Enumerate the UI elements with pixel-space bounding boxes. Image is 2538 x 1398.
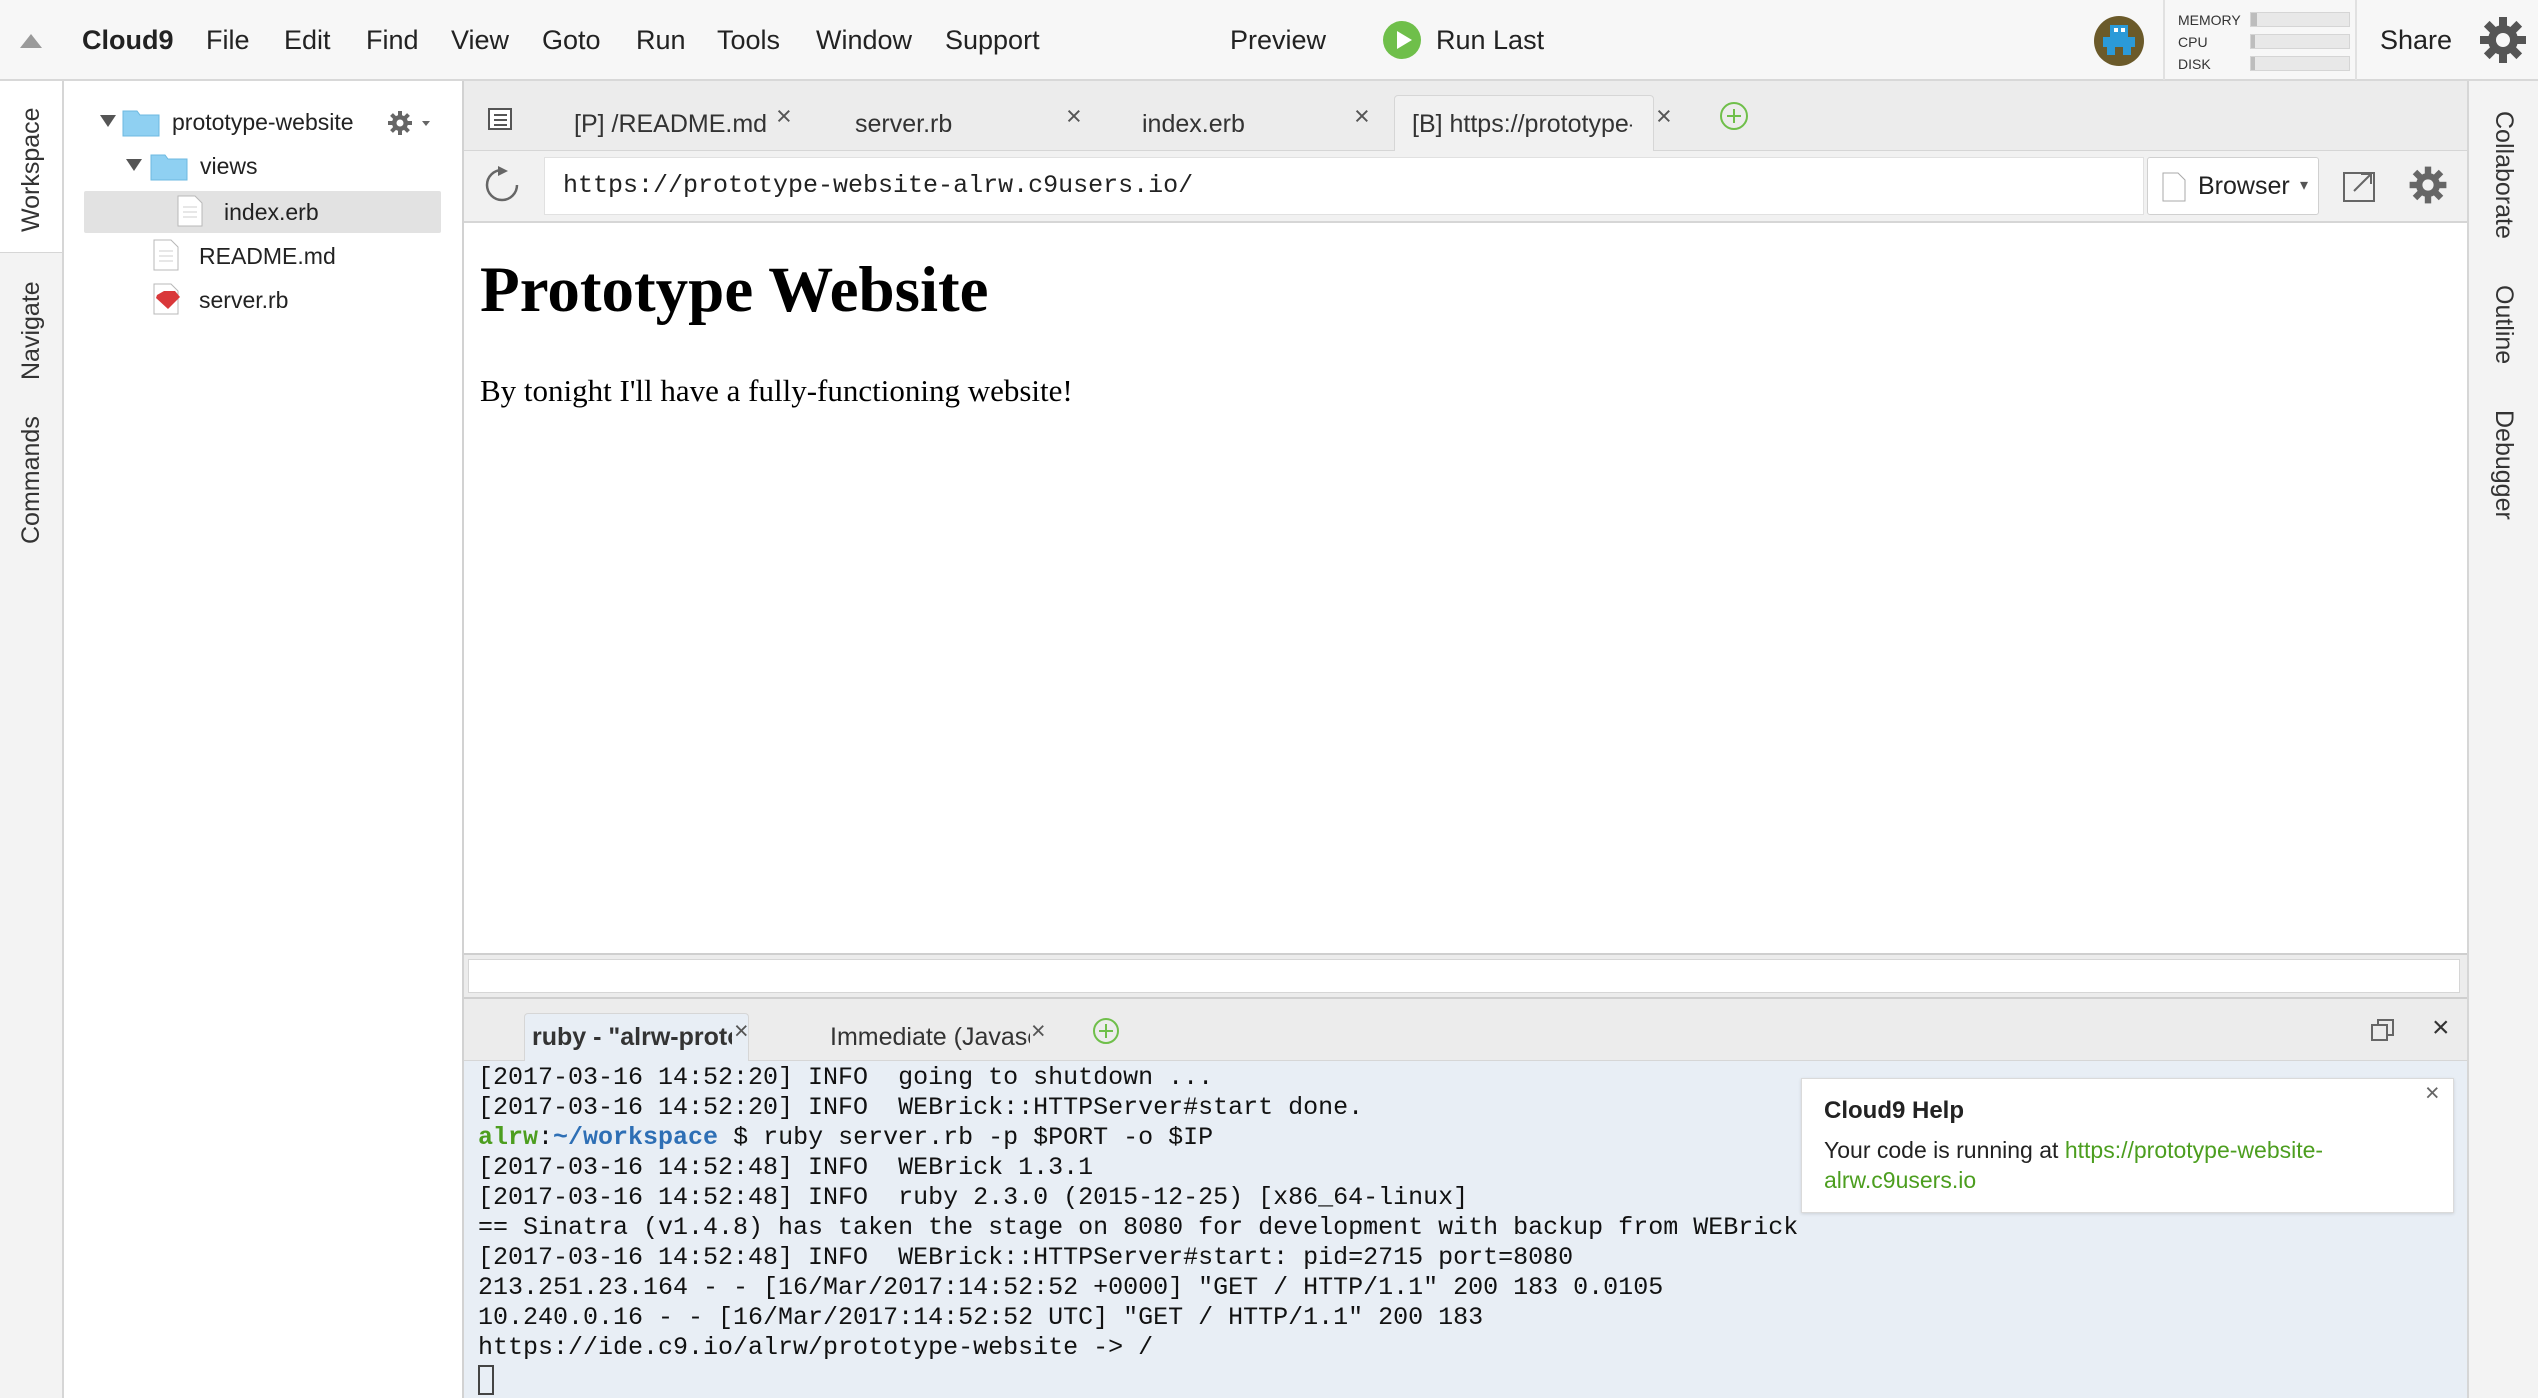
close-icon[interactable]: × xyxy=(734,1017,749,1046)
tab-collaborate[interactable]: Collaborate xyxy=(2469,95,2538,255)
popout-icon[interactable] xyxy=(2341,165,2381,205)
ruby-file-icon xyxy=(153,283,183,315)
close-icon[interactable]: × xyxy=(1656,101,1672,132)
tab-commands[interactable]: Commands xyxy=(0,407,62,553)
tree-item-views[interactable]: views xyxy=(200,145,258,187)
tab-terminal[interactable]: ruby - "alrw-prototype-website" xyxy=(532,1013,732,1061)
tab-outline[interactable]: Outline xyxy=(2469,273,2538,377)
terminal-line: https://ide.c9.io/alrw/prototype-website… xyxy=(478,1333,1154,1362)
close-icon[interactable]: × xyxy=(776,101,792,132)
terminal-line: [2017-03-16 14:52:48] INFO WEBrick 1.3.1 xyxy=(478,1153,1094,1182)
tools-menu[interactable]: Tools xyxy=(717,22,780,58)
maximize-icon[interactable] xyxy=(2370,1017,2396,1043)
tree-item-readme[interactable]: README.md xyxy=(199,235,336,277)
support-menu[interactable]: Support xyxy=(945,22,1040,58)
page-heading: Prototype Website xyxy=(480,254,989,326)
tree-item-server-rb[interactable]: server.rb xyxy=(199,279,288,321)
disk-label: DISK xyxy=(2178,56,2211,72)
avatar[interactable] xyxy=(2093,15,2145,67)
page-paragraph: By tonight I'll have a fully-functioning… xyxy=(480,373,1073,408)
tab-workspace[interactable]: Workspace xyxy=(0,95,62,245)
tab-readme[interactable]: [P] /README.md xyxy=(554,97,799,151)
tab-immediate[interactable]: Immediate (Javascript) xyxy=(830,1013,1030,1061)
file-icon xyxy=(153,239,179,271)
close-icon[interactable]: × xyxy=(2425,1079,2440,1108)
reload-icon[interactable] xyxy=(482,165,522,205)
terminal-line: [2017-03-16 14:52:48] INFO ruby 2.3.0 (2… xyxy=(478,1183,1469,1212)
tree-item-index-erb[interactable]: index.erb xyxy=(224,191,319,233)
add-tab-icon[interactable] xyxy=(1719,101,1749,131)
browser-mode-dropdown[interactable]: Browser ▾ xyxy=(2147,157,2319,215)
tab-index-erb[interactable]: index.erb xyxy=(1122,97,1332,151)
edit-menu[interactable]: Edit xyxy=(284,22,331,58)
run-icon[interactable] xyxy=(1382,20,1422,60)
terminal-line: [2017-03-16 14:52:20] INFO going to shut… xyxy=(478,1063,1214,1092)
cloud9-menu[interactable]: Cloud9 xyxy=(82,22,174,58)
collapse-menu-icon[interactable] xyxy=(20,34,42,48)
close-icon[interactable]: × xyxy=(2432,1011,2450,1045)
preview-button[interactable]: Preview xyxy=(1230,22,1326,58)
help-text: Your code is running at https://prototyp… xyxy=(1824,1137,2324,1193)
file-icon xyxy=(2162,172,2186,202)
run-last-button[interactable]: Run Last xyxy=(1436,22,1544,58)
terminal-prompt: alrw:~/workspace $ ruby server.rb -p $PO… xyxy=(478,1123,1214,1152)
help-title: Cloud9 Help xyxy=(1824,1097,1965,1124)
memory-label: MEMORY xyxy=(2178,12,2241,28)
help-notification: Cloud9 Help Your code is running at http… xyxy=(1801,1078,2454,1213)
terminal-line: 213.251.23.164 - - [16/Mar/2017:14:52:52… xyxy=(478,1273,1664,1302)
tab-debugger[interactable]: Debugger xyxy=(2469,397,2538,533)
url-input[interactable]: https://prototype-website-alrw.c9users.i… xyxy=(544,157,2144,215)
chevron-down-icon[interactable] xyxy=(126,159,142,171)
terminal-line: 10.240.0.16 - - [16/Mar/2017:14:52:52 UT… xyxy=(478,1303,1484,1332)
console-tab-bar: ruby - "alrw-prototype-website" × Immedi… xyxy=(464,999,2467,1061)
close-icon[interactable]: × xyxy=(1031,1017,1046,1046)
terminal-line: [2017-03-16 14:52:48] INFO WEBrick::HTTP… xyxy=(478,1243,1574,1272)
tab-list-icon[interactable] xyxy=(484,107,514,133)
chevron-down-icon[interactable] xyxy=(100,115,116,127)
share-button[interactable]: Share xyxy=(2380,22,2452,58)
tab-server-rb[interactable]: server.rb xyxy=(835,97,1045,151)
file-menu[interactable]: File xyxy=(206,22,250,58)
divider xyxy=(2355,0,2357,80)
run-menu[interactable]: Run xyxy=(636,22,686,58)
right-panel-tabs: Collaborate Outline Debugger xyxy=(2467,81,2538,1398)
tab-browser[interactable]: [B] https://prototype-website-alrw.c9use… xyxy=(1412,97,1632,151)
gear-icon[interactable] xyxy=(2478,15,2528,65)
cpu-label: CPU xyxy=(2178,34,2208,50)
chevron-down-icon: ▾ xyxy=(2300,177,2309,194)
cpu-meter xyxy=(2250,34,2350,49)
browser-toolbar: https://prototype-website-alrw.c9users.i… xyxy=(464,151,2467,223)
tree-item-root[interactable]: prototype-website xyxy=(172,101,354,143)
view-menu[interactable]: View xyxy=(451,22,509,58)
disk-meter xyxy=(2250,56,2350,71)
add-tab-icon[interactable] xyxy=(1092,1017,1120,1045)
window-menu[interactable]: Window xyxy=(816,22,912,58)
close-icon[interactable]: × xyxy=(1066,101,1082,132)
tree-settings-icon[interactable] xyxy=(386,109,434,137)
browser-preview: Prototype Website By tonight I'll have a… xyxy=(464,223,2467,953)
find-menu[interactable]: Find xyxy=(366,22,419,58)
close-icon[interactable]: × xyxy=(1354,101,1370,132)
tab-navigate[interactable]: Navigate xyxy=(0,269,62,393)
gear-icon[interactable] xyxy=(2408,165,2448,205)
menu-bar: Cloud9 File Edit Find View Goto Run Tool… xyxy=(0,0,2538,81)
left-panel-tabs: Workspace Navigate Commands xyxy=(0,81,64,1398)
goto-menu[interactable]: Goto xyxy=(542,22,601,58)
folder-icon xyxy=(150,151,188,181)
memory-meter xyxy=(2250,12,2350,27)
terminal-cursor xyxy=(478,1365,494,1395)
terminal-line: [2017-03-16 14:52:20] INFO WEBrick::HTTP… xyxy=(478,1093,1364,1122)
file-tree: prototype-website views index.erb README… xyxy=(64,81,464,1398)
file-icon xyxy=(177,195,203,227)
editor-tab-bar: [P] /README.md × server.rb × index.erb ×… xyxy=(464,81,2467,152)
terminal-line: == Sinatra (v1.4.8) has taken the stage … xyxy=(478,1213,1799,1242)
folder-icon xyxy=(122,107,160,137)
divider xyxy=(2163,0,2165,80)
panel-splitter[interactable] xyxy=(464,953,2467,999)
